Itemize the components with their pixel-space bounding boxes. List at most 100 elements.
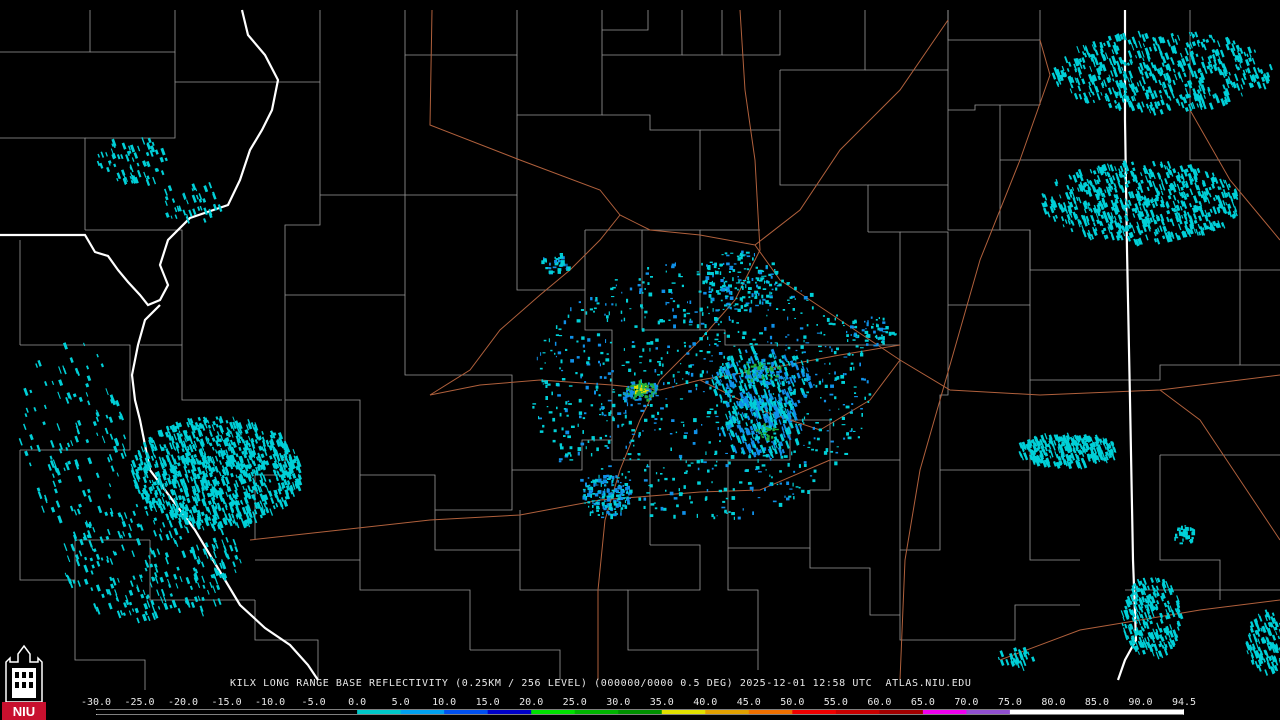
echo-pixel (583, 502, 587, 504)
echo-pixel (695, 353, 698, 357)
echo-pixel (177, 607, 182, 614)
echo-pixel (881, 340, 885, 344)
echo-pixel (608, 506, 613, 510)
echo-pixel (1071, 221, 1075, 226)
echo-pixel (628, 420, 632, 425)
echo-pixel (703, 358, 706, 360)
echo-pixel (762, 298, 766, 301)
echo-pixel (604, 500, 606, 502)
echo-pixel (546, 406, 549, 408)
echo-pixel (730, 252, 734, 254)
echo-pixel (121, 544, 125, 551)
echo-pixel (137, 145, 141, 152)
echo-pixel (29, 389, 33, 394)
echo-pixel (1077, 187, 1080, 192)
echo-pixel (774, 342, 778, 344)
echo-pixel (128, 523, 132, 532)
echo-pixel (723, 355, 725, 359)
echo-pixel (703, 461, 707, 464)
echo-pixel (1112, 78, 1115, 82)
echo-pixel (631, 429, 635, 432)
echo-pixel (834, 379, 836, 381)
echo-pixel (585, 446, 587, 450)
echo-pixel (1078, 196, 1082, 204)
echo-pixel (109, 558, 114, 565)
echo-pixel (1176, 626, 1180, 631)
echo-pixel (678, 488, 680, 492)
echo-pixel (715, 290, 720, 293)
echo-pixel (873, 344, 878, 347)
echo-pixel (646, 492, 650, 494)
echo-pixel (723, 277, 725, 279)
echo-pixel (726, 254, 730, 257)
echo-pixel (598, 394, 601, 397)
echo-pixel (849, 367, 852, 371)
echo-pixel (706, 370, 708, 374)
echo-pixel (1172, 200, 1177, 209)
echo-pixel (1121, 66, 1124, 71)
echo-pixel (1149, 209, 1155, 218)
echo-pixel (1159, 213, 1165, 222)
echo-pixel (846, 330, 848, 334)
echo-pixel (853, 366, 855, 371)
echo-pixel (129, 518, 134, 523)
echo-pixel (590, 486, 592, 488)
echo-pixel (96, 432, 99, 437)
echo-pixel (748, 358, 751, 362)
echo-pixel (665, 264, 667, 266)
echo-pixel (555, 355, 557, 358)
echo-pixel (767, 300, 769, 303)
echo-pixel (1163, 164, 1167, 170)
echo-pixel (558, 258, 560, 261)
echo-pixel (1145, 103, 1150, 109)
echo-pixel (43, 404, 47, 410)
echo-pixel (612, 416, 614, 420)
echo-pixel (800, 345, 804, 349)
echo-pixel (711, 378, 715, 386)
echo-pixel (1081, 78, 1086, 85)
echo-pixel (624, 507, 627, 509)
echo-pixel (195, 194, 199, 200)
echo-pixel (830, 440, 834, 443)
echo-pixel (771, 323, 775, 328)
echo-pixel (766, 314, 768, 317)
echo-pixel (1179, 165, 1185, 173)
echo-pixel (110, 465, 115, 472)
echo-pixel (666, 351, 669, 354)
echo-pixel (706, 264, 708, 267)
echo-pixel (733, 305, 736, 307)
echo-pixel (690, 372, 694, 377)
echo-pixel (648, 293, 652, 297)
echo-pixel (809, 475, 813, 477)
echo-pixel (820, 331, 822, 335)
echo-pixel (97, 153, 101, 158)
echo-pixel (120, 154, 124, 160)
echo-pixel (601, 502, 605, 506)
echo-pixel (253, 509, 258, 515)
echo-pixel (1141, 50, 1145, 58)
echo-pixel (690, 462, 694, 464)
echo-pixel (596, 447, 599, 452)
echo-pixel (736, 361, 739, 367)
echo-pixel (173, 573, 178, 580)
echo-pixel (753, 395, 757, 400)
echo-pixel (179, 487, 184, 493)
echo-pixel (824, 345, 827, 348)
echo-pixel (1156, 622, 1160, 630)
echo-pixel (590, 404, 594, 407)
echo-pixel (1179, 205, 1183, 211)
echo-pixel (864, 339, 869, 342)
echo-pixel (623, 497, 627, 499)
echo-pixel (841, 321, 844, 325)
echo-pixel (75, 422, 78, 428)
echo-pixel (154, 576, 159, 584)
echo-pixel (164, 157, 168, 162)
echo-pixel (76, 429, 81, 435)
echo-pixel (1143, 612, 1148, 619)
echo-pixel (86, 375, 92, 382)
echo-pixel (201, 561, 205, 568)
echo-pixel (1144, 71, 1150, 79)
echo-pixel (122, 531, 126, 537)
echo-pixel (605, 339, 607, 343)
echo-pixel (186, 497, 191, 504)
